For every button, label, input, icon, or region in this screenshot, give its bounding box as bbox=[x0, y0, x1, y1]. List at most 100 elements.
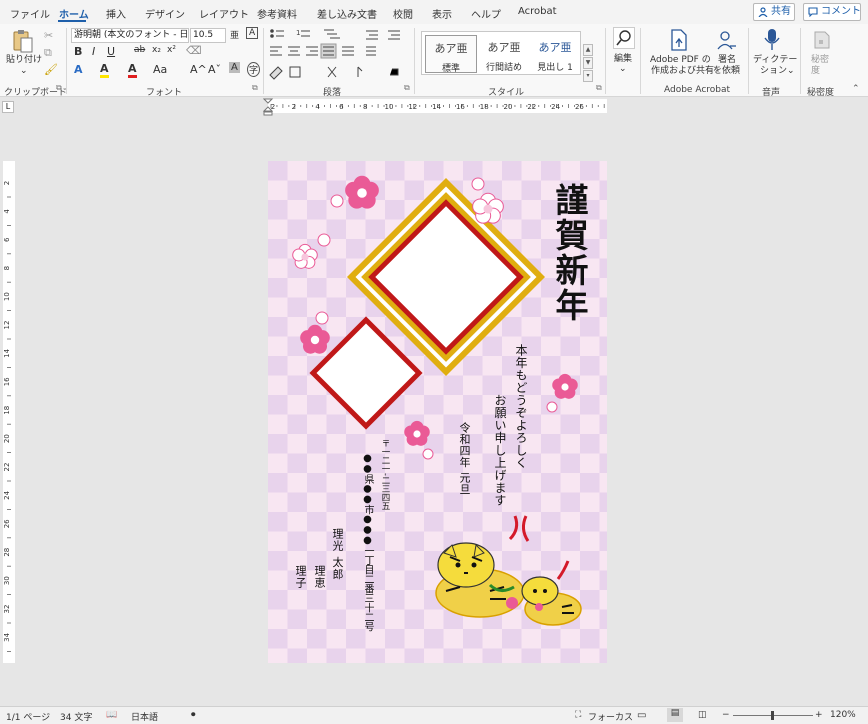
style-heading-1[interactable]: あア亜 見出し 1 bbox=[529, 35, 581, 73]
checker-cell bbox=[307, 414, 327, 434]
zoom-out-button[interactable]: − bbox=[722, 710, 730, 720]
share-button[interactable]: 共有 bbox=[753, 3, 795, 21]
ruler-number: 22 bbox=[527, 103, 536, 111]
horizontal-ruler[interactable]: 2 2 4 6 8 10 12 14 16 18 20 22 24 26 bbox=[268, 99, 607, 113]
font-name-box[interactable]: 游明朝 (本文のフォント - 日本 bbox=[71, 28, 189, 43]
subscript-button[interactable]: x₂ bbox=[152, 45, 161, 55]
collapse-ribbon-icon[interactable]: ⌃ bbox=[852, 84, 860, 94]
clipboard-launcher-icon[interactable]: ⧉ bbox=[56, 83, 62, 93]
checker-cell bbox=[482, 161, 502, 181]
paste-dropdown-arrow[interactable]: ⌄ bbox=[20, 66, 28, 77]
cut-icon[interactable]: ✂ bbox=[44, 29, 53, 42]
ruler-number: 2 bbox=[292, 103, 296, 111]
ruler-number: 4 bbox=[315, 103, 320, 111]
highlight-color-icon[interactable]: A bbox=[100, 62, 109, 78]
tab-selector[interactable]: L bbox=[2, 101, 14, 113]
web-layout-icon[interactable]: ◫ bbox=[698, 710, 707, 720]
change-case-icon[interactable]: Aa bbox=[153, 63, 167, 76]
date-line[interactable]: 令和四年 元旦 bbox=[456, 422, 472, 495]
strikethrough-button[interactable]: ab bbox=[134, 45, 145, 55]
styles-launcher-icon[interactable]: ⧉ bbox=[596, 83, 602, 93]
char-shading-icon[interactable]: A bbox=[229, 62, 240, 73]
document-page[interactable]: 謹賀新年 本年もどうぞよろしく お願い申し上げます 令和四年 元旦 〒一二一-二… bbox=[268, 161, 607, 663]
font-launcher-icon[interactable]: ⧉ bbox=[252, 83, 258, 93]
zoom-slider-thumb[interactable] bbox=[771, 711, 774, 720]
format-painter-icon[interactable]: 🖌 bbox=[44, 63, 58, 76]
editing-button[interactable] bbox=[613, 27, 635, 49]
clear-format-icon[interactable]: ⌫ bbox=[186, 44, 202, 57]
tab-design[interactable]: デザイン bbox=[145, 6, 185, 21]
create-pdf-icon[interactable] bbox=[670, 29, 688, 51]
tab-layout[interactable]: レイアウト bbox=[199, 6, 249, 21]
font-size-box[interactable]: 10.5 bbox=[190, 28, 226, 43]
bold-button[interactable]: B bbox=[74, 45, 82, 58]
enclose-char-icon[interactable]: 字 bbox=[247, 62, 261, 77]
greeting-heading[interactable]: 謹賀新年 bbox=[545, 183, 593, 323]
checker-cell bbox=[560, 531, 580, 551]
address-line[interactable]: ●●県●●市●●●一丁目二番三十二号 bbox=[360, 453, 375, 631]
tab-file[interactable]: ファイル bbox=[10, 6, 50, 21]
sender-name-1[interactable]: 理光 太郎 bbox=[329, 528, 345, 581]
sender-name-2[interactable]: 理恵 bbox=[311, 565, 327, 589]
style-normal[interactable]: あア亜 標準 bbox=[425, 35, 477, 74]
ruby-icon[interactable]: 亜 bbox=[230, 28, 239, 41]
tab-references[interactable]: 参考資料 bbox=[257, 6, 297, 21]
checker-cell bbox=[443, 375, 463, 395]
checker-cell bbox=[268, 551, 288, 571]
vertical-ruler[interactable]: 2 4 6 8 10 12 14 16 18 20 22 24 26 28 30 32 34 bbox=[3, 161, 15, 663]
ruler-number: 2 bbox=[3, 181, 11, 185]
text-effects-icon[interactable]: A bbox=[74, 63, 83, 76]
request-signature-icon[interactable] bbox=[716, 29, 738, 51]
focus-mode-button[interactable]: フォーカス bbox=[588, 710, 633, 723]
style-no-spacing[interactable]: あア亜 行間詰め bbox=[478, 35, 530, 73]
styles-scroll-up[interactable]: ▲ bbox=[583, 44, 593, 56]
font-color-icon[interactable]: A bbox=[128, 62, 137, 78]
sender-name-3[interactable]: 理子 bbox=[292, 565, 308, 589]
paste-button[interactable] bbox=[12, 28, 34, 54]
grow-font-icon[interactable]: A^ bbox=[190, 63, 207, 76]
comments-button[interactable]: コメント bbox=[803, 3, 861, 21]
tab-mailings[interactable]: 差し込み文書 bbox=[317, 6, 377, 21]
page-count[interactable]: 1/1 ページ bbox=[6, 710, 50, 723]
word-count[interactable]: 34 文字 bbox=[60, 710, 92, 723]
copy-icon[interactable]: ⧉ bbox=[44, 46, 52, 60]
char-border-icon[interactable]: A bbox=[246, 27, 259, 39]
shrink-font-icon[interactable]: Aˇ bbox=[208, 63, 221, 76]
checker-cell bbox=[287, 395, 307, 415]
indent-marker-icon[interactable] bbox=[263, 98, 273, 116]
editing-dropdown-arrow[interactable]: ⌄ bbox=[619, 64, 627, 75]
zoom-in-button[interactable]: + bbox=[815, 710, 823, 720]
proofing-icon[interactable]: 📖 bbox=[106, 710, 117, 720]
underline-button[interactable]: U bbox=[107, 45, 115, 58]
checker-cell bbox=[385, 629, 405, 649]
checker-cell bbox=[580, 648, 600, 663]
ruler-number: 26 bbox=[575, 103, 584, 111]
tab-insert[interactable]: 挿入 bbox=[106, 6, 126, 21]
checker-cell bbox=[268, 629, 288, 649]
macro-record-icon[interactable]: ⏺ bbox=[191, 710, 196, 720]
tab-help[interactable]: ヘルプ bbox=[471, 6, 501, 21]
microphone-icon[interactable] bbox=[764, 28, 780, 52]
tab-acrobat[interactable]: Acrobat bbox=[518, 6, 557, 17]
postal-code[interactable]: 〒一二一-二三四五 bbox=[379, 439, 391, 510]
focus-icon[interactable]: ⛶ bbox=[575, 710, 581, 720]
language-indicator[interactable]: 日本語 bbox=[131, 710, 158, 723]
message-line-1[interactable]: 本年もどうぞよろしく bbox=[513, 344, 530, 469]
checker-cell bbox=[580, 356, 600, 376]
paragraph-launcher-icon[interactable]: ⧉ bbox=[404, 83, 410, 93]
tab-view[interactable]: 表示 bbox=[432, 6, 452, 21]
zoom-level[interactable]: 120% bbox=[830, 710, 856, 720]
italic-button[interactable]: I bbox=[92, 45, 95, 58]
paragraph-tools-icon[interactable]: 1 bbox=[268, 27, 414, 83]
checker-cell bbox=[541, 492, 561, 512]
tab-review[interactable]: 校閲 bbox=[393, 6, 413, 21]
superscript-button[interactable]: x² bbox=[167, 45, 176, 55]
print-layout-icon[interactable]: ▤ bbox=[667, 708, 683, 722]
comment-icon bbox=[808, 7, 818, 17]
read-mode-icon[interactable]: ▭ bbox=[637, 710, 646, 721]
dictate-dropdown-arrow[interactable]: ⌄ bbox=[787, 66, 795, 77]
message-line-2[interactable]: お願い申し上げます bbox=[492, 394, 509, 507]
styles-more-button[interactable]: ▾ bbox=[583, 70, 593, 82]
styles-scroll-down[interactable]: ▼ bbox=[583, 57, 593, 69]
tab-home[interactable]: ホーム bbox=[59, 6, 89, 21]
